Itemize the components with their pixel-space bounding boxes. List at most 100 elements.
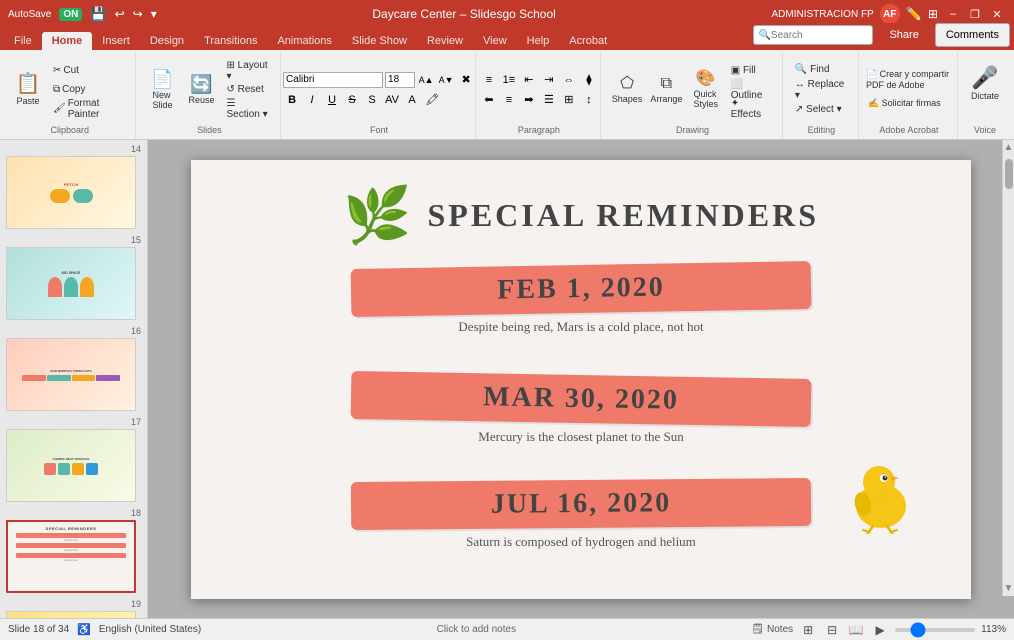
text-direction-button[interactable]: ⇔ <box>560 71 578 89</box>
align-center-button[interactable]: ≡ <box>500 91 518 109</box>
tab-help[interactable]: Help <box>517 32 560 50</box>
language-label[interactable]: English (United States) <box>99 624 201 635</box>
slide-thumb-16[interactable]: OUR MONTHLY FORECASTS <box>6 338 136 411</box>
quick-styles-label: QuickStyles <box>693 89 718 109</box>
slide-thumb-18[interactable]: SPECIAL REMINDERS text text text text te… <box>6 520 136 593</box>
para-row2: ⬅ ≡ ➡ ☰ ⊞ ↕ <box>480 91 598 109</box>
notes-button[interactable]: 🗒 Notes <box>752 624 794 635</box>
notes-label[interactable]: Click to add notes <box>437 624 517 635</box>
layout-button[interactable]: ⊞ Layout ▾ <box>222 62 274 80</box>
highlight-button[interactable]: 🖍 <box>423 91 441 109</box>
minimize-button[interactable]: – <box>944 5 962 23</box>
comments-button[interactable]: Comments <box>935 23 1010 47</box>
create-pdf-button[interactable]: 📄 Crear y compartir PDF de Adobe <box>864 67 954 93</box>
slide-thumb-19[interactable]: THINGS 🧸 <box>6 611 136 618</box>
line-spacing-button[interactable]: ↕ <box>580 91 598 109</box>
share-button[interactable]: Share <box>879 23 928 47</box>
cut-button[interactable]: ✂ Cut <box>49 62 129 80</box>
tab-insert[interactable]: Insert <box>92 32 140 50</box>
bold-button[interactable]: B <box>283 91 301 109</box>
reminder-text-2: Mercury is the closest planet to the Sun <box>478 429 683 445</box>
tab-design[interactable]: Design <box>140 32 194 50</box>
shape-outline-button[interactable]: ⬜ Outline <box>727 81 776 99</box>
font-name-input[interactable] <box>283 72 383 88</box>
format-painter-button[interactable]: 🖌 Format Painter <box>49 100 129 118</box>
search-input[interactable] <box>771 30 851 41</box>
zoom-slider[interactable] <box>895 628 975 632</box>
redo-icon[interactable]: ↪ <box>133 7 143 21</box>
zoom-level[interactable]: 113% <box>981 624 1006 635</box>
ribbon-collapse-icon[interactable]: ⊞ <box>928 7 938 21</box>
font-color-button[interactable]: A <box>403 91 421 109</box>
column-button[interactable]: ⊞ <box>560 91 578 109</box>
justify-button[interactable]: ☰ <box>540 91 558 109</box>
italic-button[interactable]: I <box>303 91 321 109</box>
decrease-indent-button[interactable]: ⇤ <box>520 71 538 89</box>
shape-fill-button[interactable]: ▣ Fill <box>727 62 776 80</box>
close-button[interactable]: ✕ <box>988 5 1006 23</box>
save-icon[interactable]: 💾 <box>90 6 106 22</box>
underline-button[interactable]: U <box>323 91 341 109</box>
increase-indent-button[interactable]: ⇥ <box>540 71 558 89</box>
slide-panel[interactable]: 14 FETCH 15 KID SPACE <box>0 140 148 618</box>
restore-button[interactable]: ❐ <box>966 5 984 23</box>
slide-thumb-15[interactable]: KID SPACE <box>6 247 136 320</box>
scroll-up-arrow[interactable]: ▲ <box>1002 140 1014 155</box>
user-avatar[interactable]: AF <box>880 4 900 24</box>
tab-transitions[interactable]: Transitions <box>194 32 267 50</box>
tab-slideshow[interactable]: Slide Show <box>342 32 417 50</box>
slide-thumb-17[interactable]: COMING NEXT PROCESS <box>6 429 136 502</box>
clear-format-icon[interactable]: ✖ <box>457 71 475 89</box>
bullets-button[interactable]: ≡ <box>480 71 498 89</box>
tab-animations[interactable]: Animations <box>267 32 341 50</box>
tab-home[interactable]: Home <box>42 32 93 50</box>
right-scrollbar[interactable]: ▲ ▼ <box>1002 140 1014 596</box>
replace-button[interactable]: ↔ Replace ▾ <box>791 81 852 99</box>
normal-view-button[interactable]: ⊞ <box>799 621 817 639</box>
reading-view-button[interactable]: 📖 <box>847 621 865 639</box>
paragraph-label: Paragraph <box>518 125 560 137</box>
drawing-content: ⬠ Shapes ⧉ Arrange 🎨 QuickStyles ▣ Fill … <box>609 54 776 125</box>
scroll-down-arrow[interactable]: ▼ <box>1002 581 1014 596</box>
autosave-badge[interactable]: ON <box>59 8 82 21</box>
pen-icon[interactable]: ✏️ <box>906 6 922 22</box>
align-left-button[interactable]: ⬅ <box>480 91 498 109</box>
arrange-button[interactable]: ⧉ Arrange <box>648 60 685 120</box>
reset-button[interactable]: ↺ Reset <box>222 81 274 99</box>
shadow-button[interactable]: S <box>363 91 381 109</box>
scroll-thumb[interactable] <box>1005 159 1013 189</box>
find-button[interactable]: 🔍 Find <box>791 61 852 79</box>
slideshow-button[interactable]: ▶ <box>871 621 889 639</box>
tab-view[interactable]: View <box>473 32 517 50</box>
tab-file[interactable]: File <box>4 32 42 50</box>
section-button[interactable]: ☰ Section ▾ <box>222 100 274 118</box>
customize-icon[interactable]: ▾ <box>151 7 157 21</box>
font-size-up-icon[interactable]: A▲ <box>417 71 435 89</box>
paste-button[interactable]: 📋 Paste <box>10 60 46 120</box>
tab-review[interactable]: Review <box>417 32 473 50</box>
quick-styles-button[interactable]: 🎨 QuickStyles <box>688 60 724 120</box>
reuse-button[interactable]: 🔄 Reuse <box>183 60 219 120</box>
copy-button[interactable]: ⧉ Copy <box>49 81 129 99</box>
numbering-button[interactable]: 1≡ <box>500 71 518 89</box>
tab-acrobat[interactable]: Acrobat <box>559 32 617 50</box>
font-size-input[interactable] <box>385 72 415 88</box>
slide-thumb-14[interactable]: FETCH <box>6 156 136 229</box>
accessibility-icon[interactable]: ♿ <box>77 623 91 636</box>
strikethrough-button[interactable]: S <box>343 91 361 109</box>
font-size-down-icon[interactable]: A▼ <box>437 71 455 89</box>
align-right-button[interactable]: ➡ <box>520 91 538 109</box>
new-slide-button[interactable]: 📄 NewSlide <box>144 60 180 120</box>
select-button[interactable]: ↗ Select ▾ <box>791 101 852 119</box>
shape-effects: ▣ Fill ⬜ Outline ✦ Effects <box>727 62 776 118</box>
font-controls: A▲ A▼ ✖ B I U S S AV A 🖍 <box>283 54 475 125</box>
shape-effects-button[interactable]: ✦ Effects <box>727 100 776 118</box>
slide-sorter-button[interactable]: ⊟ <box>823 621 841 639</box>
shapes-button[interactable]: ⬠ Shapes <box>609 60 645 120</box>
dictate-button[interactable]: 🎤 Dictate <box>967 54 1003 114</box>
convert-smartart-button[interactable]: ⧫ <box>580 71 598 89</box>
char-spacing-button[interactable]: AV <box>383 91 401 109</box>
undo-icon[interactable]: ↩ <box>115 7 125 21</box>
request-signatures-button[interactable]: ✍ Solicitar firmas <box>864 94 954 112</box>
search-box[interactable]: 🔍 <box>753 25 873 45</box>
